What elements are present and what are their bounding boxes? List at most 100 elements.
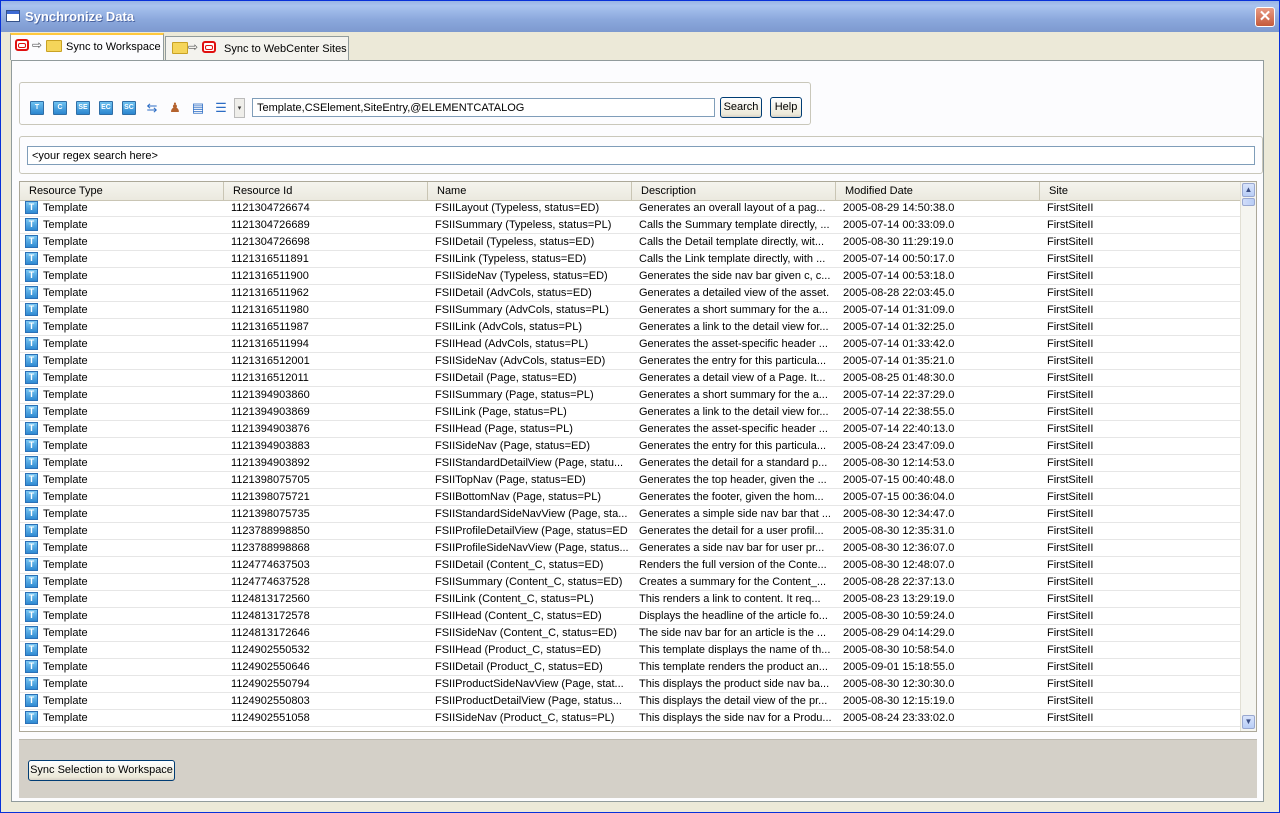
- elementcatalog-filter-icon[interactable]: EC: [99, 101, 113, 115]
- scrollbar-thumb[interactable]: [1242, 198, 1255, 206]
- table-row[interactable]: T Template 1121398075721 FSIIBottomNav (Pag…: [20, 489, 1244, 506]
- table-row[interactable]: T Template 1124902551058 FSIISideNav (Produ…: [20, 710, 1244, 727]
- table-row[interactable]: T Template 1124902550803 FSIIProductDetailV…: [20, 693, 1244, 710]
- table-row[interactable]: T Template 1121394903876 FSIIHead (Page, st…: [20, 421, 1244, 438]
- modified-date-cell: 2005-07-14 01:31:09.0: [843, 304, 955, 316]
- description-cell: Generates the detail for a user profil..…: [639, 525, 824, 537]
- table-row[interactable]: T Template 1124774637503 FSIIDetail (Conten…: [20, 557, 1244, 574]
- resource-type-cell: Template: [43, 355, 88, 367]
- sitecatalog-filter-icon[interactable]: SC: [122, 101, 136, 115]
- tab-sync-to-workspace[interactable]: ⇨ Sync to Workspace: [10, 33, 164, 60]
- folder-icon: [172, 41, 188, 57]
- sync-selection-button[interactable]: Sync Selection to Workspace: [28, 760, 175, 781]
- table-row[interactable]: T Template 1124902550646 FSIIDetail (Produc…: [20, 659, 1244, 676]
- table-row[interactable]: T Template 1121316511962 FSIIDetail (AdvCol…: [20, 285, 1244, 302]
- table-row[interactable]: T Template 1124902550532 FSIIHead (Product_…: [20, 642, 1244, 659]
- table-row[interactable]: T Template 1121316512011 FSIIDetail (Page, …: [20, 370, 1244, 387]
- cselement-filter-icon[interactable]: C: [53, 101, 67, 115]
- table-row[interactable]: T Template 1121304726674 FSIILayout (Typele…: [20, 200, 1244, 217]
- close-button[interactable]: ✕: [1255, 7, 1275, 27]
- search-button[interactable]: Search: [720, 97, 762, 118]
- table-row[interactable]: T Template 1124774637528 FSIISummary (Conte…: [20, 574, 1244, 591]
- table-row[interactable]: T Template 1121304726698 FSIIDetail (Typele…: [20, 234, 1244, 251]
- resource-type-cell: Template: [43, 678, 88, 690]
- asset-type-search-input[interactable]: Template,CSElement,SiteEntry,@ELEMENTCAT…: [252, 98, 715, 117]
- modified-date-cell: 2005-08-30 12:30:30.0: [843, 678, 955, 690]
- column-header-modified-date[interactable]: Modified Date: [836, 182, 1040, 200]
- name-cell: FSIISummary (Page, status=PL): [435, 389, 594, 401]
- regex-search-input[interactable]: <your regex search here>: [27, 146, 1255, 165]
- table-row[interactable]: T Template 1121394903860 FSIISummary (Page,…: [20, 387, 1244, 404]
- users-icon[interactable]: ♟: [167, 100, 183, 116]
- table-row[interactable]: T Template 1124902550794 FSIIProductSideNav…: [20, 676, 1244, 693]
- arrow-right-icon: ⇨: [32, 38, 43, 52]
- site-cell: FirstSiteII: [1047, 270, 1094, 282]
- resource-id-cell: 1124902550532: [231, 644, 310, 656]
- template-type-icon: T: [25, 524, 38, 537]
- resource-id-cell: 1121394903860: [231, 389, 310, 401]
- site-cell: FirstSiteII: [1047, 457, 1094, 469]
- resource-id-cell: 1121398075721: [231, 491, 310, 503]
- chevron-down-icon[interactable]: ▾: [234, 98, 245, 118]
- resource-type-cell: Template: [43, 270, 88, 282]
- template-type-icon: T: [25, 252, 38, 265]
- site-cell: FirstSiteII: [1047, 474, 1094, 486]
- modified-date-cell: 2005-08-30 11:29:19.0: [843, 236, 954, 248]
- modified-date-cell: 2005-07-14 00:50:17.0: [843, 253, 955, 265]
- siteentry-filter-icon[interactable]: SE: [76, 101, 90, 115]
- synchronize-data-window: Synchronize Data ✕ ⇨ Sync to Workspace ⇨…: [0, 0, 1280, 813]
- resource-id-cell: 1124902550646: [231, 661, 310, 673]
- title-bar[interactable]: Synchronize Data ✕: [1, 1, 1279, 32]
- description-cell: This displays the detail view of the pr.…: [639, 695, 828, 707]
- column-header-resource-type[interactable]: Resource Type: [20, 182, 224, 200]
- site-cell: FirstSiteII: [1047, 202, 1094, 214]
- table-row[interactable]: T Template 1121316511987 FSIILink (AdvCols,…: [20, 319, 1244, 336]
- table-row[interactable]: T Template 1121316511980 FSIISummary (AdvCo…: [20, 302, 1244, 319]
- template-type-icon: T: [25, 711, 38, 724]
- scroll-up-button[interactable]: ▲: [1242, 183, 1255, 197]
- table-row[interactable]: T Template 1124813172560 FSIILink (Content_…: [20, 591, 1244, 608]
- site-cell: FirstSiteII: [1047, 644, 1094, 656]
- help-button[interactable]: Help: [770, 97, 802, 118]
- template-filter-icon[interactable]: T: [30, 101, 44, 115]
- name-cell: FSIIHead (AdvCols, status=PL): [435, 338, 589, 350]
- table-row[interactable]: T Template 1121394903892 FSIIStandardDetail…: [20, 455, 1244, 472]
- template-type-icon: T: [25, 643, 38, 656]
- table-row[interactable]: T Template 1121316511891 FSIILink (Typeless…: [20, 251, 1244, 268]
- table-row[interactable]: T Template 1123788998850 FSIIProfileDetailV…: [20, 523, 1244, 540]
- column-header-resource-id[interactable]: Resource Id: [224, 182, 428, 200]
- vertical-scrollbar[interactable]: ▲ ▼: [1240, 182, 1256, 731]
- description-cell: Calls the Detail template directly, wit.…: [639, 236, 825, 248]
- table-row[interactable]: T Template 1121316511900 FSIISideNav (Typel…: [20, 268, 1244, 285]
- modified-date-cell: 2005-07-15 00:36:04.0: [843, 491, 955, 503]
- table-row[interactable]: T Template 1123788998868 FSIIProfileSideNav…: [20, 540, 1244, 557]
- template-type-icon: T: [25, 337, 38, 350]
- table-row[interactable]: T Template 1121394903869 FSIILink (Page, st…: [20, 404, 1244, 421]
- table-row[interactable]: T Template 1121316512001 FSIISideNav (AdvCo…: [20, 353, 1244, 370]
- table-row[interactable]: T Template 1124813172646 FSIISideNav (Conte…: [20, 625, 1244, 642]
- table-row[interactable]: T Template 1124813172578 FSIIHead (Content_…: [20, 608, 1244, 625]
- tab-label: Sync to WebCenter Sites: [224, 43, 347, 55]
- table-row[interactable]: T Template 1121394903883 FSIISideNav (Page,…: [20, 438, 1244, 455]
- name-cell: FSIISummary (AdvCols, status=PL): [435, 304, 609, 316]
- scroll-down-button[interactable]: ▼: [1242, 715, 1255, 729]
- page-list-icon[interactable]: ☰: [213, 100, 229, 116]
- template-type-icon: T: [25, 660, 38, 673]
- column-header-site[interactable]: Site: [1040, 182, 1244, 200]
- table-row[interactable]: T Template 1121398075735 FSIIStandardSideNa…: [20, 506, 1244, 523]
- document-stack-icon[interactable]: ▤: [190, 100, 206, 116]
- template-type-icon: T: [25, 507, 38, 520]
- resource-type-cell: Template: [43, 440, 88, 452]
- column-header-description[interactable]: Description: [632, 182, 836, 200]
- name-cell: FSIISideNav (Page, status=ED): [435, 440, 590, 452]
- table-row[interactable]: T Template 1121398075705 FSIITopNav (Page, …: [20, 472, 1244, 489]
- column-header-name[interactable]: Name: [428, 182, 632, 200]
- site-cell: FirstSiteII: [1047, 695, 1094, 707]
- table-body: T Template 1121304726674 FSIILayout (Typele…: [20, 200, 1244, 731]
- table-row[interactable]: T Template 1121316511994 FSIIHead (AdvCols,…: [20, 336, 1244, 353]
- window-content: ⇨ Sync to Workspace ⇨ Sync to WebCenter …: [4, 32, 1276, 808]
- sync-arrows-icon[interactable]: ⇆: [144, 100, 160, 116]
- tab-sync-to-webcenter-sites[interactable]: ⇨ Sync to WebCenter Sites: [165, 36, 349, 60]
- table-row[interactable]: T Template 1121304726689 FSIISummary (Typel…: [20, 217, 1244, 234]
- site-cell: FirstSiteII: [1047, 219, 1094, 231]
